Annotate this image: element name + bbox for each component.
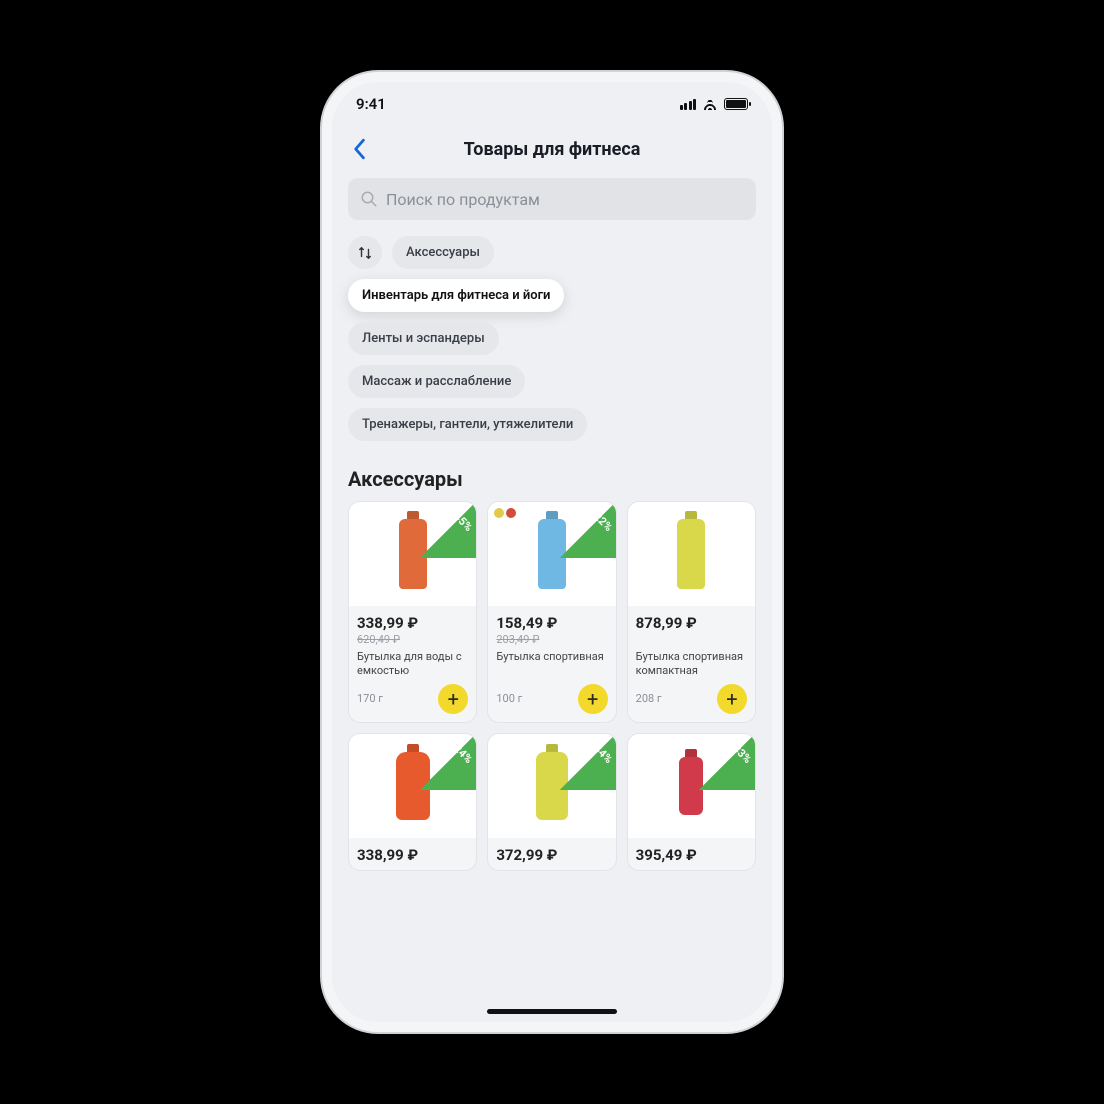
product-thumb [628, 502, 755, 606]
product-price: 395,49 ₽ [636, 846, 747, 864]
product-thumb: -24% [349, 734, 476, 838]
filter-chip-1[interactable]: Инвентарь для фитнеса и йоги [348, 279, 564, 312]
sort-button[interactable] [348, 236, 382, 269]
product-thumb: -44% [488, 734, 615, 838]
product-card[interactable]: -45% 338,99 ₽ 620,49 ₽ Бутылка для воды … [348, 501, 477, 723]
cellular-icon [680, 99, 697, 110]
discount-badge: -33% [699, 734, 755, 790]
add-to-cart-button[interactable]: + [578, 684, 608, 714]
back-button[interactable] [342, 132, 376, 166]
product-old-price: 203,49 ₽ [496, 633, 607, 646]
product-price: 158,49 ₽ [496, 614, 607, 632]
sort-icon [358, 246, 372, 260]
header: Товары для фитнеса [332, 126, 772, 178]
search-input[interactable]: Поиск по продуктам [348, 178, 756, 220]
product-card[interactable]: 878,99 ₽ Бутылка спортивная компактная 2… [627, 501, 756, 723]
status-indicators [680, 98, 749, 110]
bottle-icon [677, 519, 705, 589]
add-to-cart-button[interactable]: + [438, 684, 468, 714]
product-old-price: 620,49 ₽ [357, 633, 468, 646]
discount-badge: -24% [420, 734, 476, 790]
section-title: Аксессуары [332, 455, 772, 501]
product-card[interactable]: -22% 158,49 ₽ 203,49 ₽ Бутылка спортивна… [487, 501, 616, 723]
product-thumb: -22% [488, 502, 615, 606]
status-bar: 9:41 [332, 82, 772, 126]
product-price: 878,99 ₽ [636, 614, 747, 632]
page-title: Товары для фитнеса [376, 139, 762, 160]
product-grid: -45% 338,99 ₽ 620,49 ₽ Бутылка для воды … [332, 501, 772, 891]
product-price: 338,99 ₽ [357, 846, 468, 864]
product-card[interactable]: -24% 338,99 ₽ [348, 733, 477, 871]
filter-chips: Аксессуары Инвентарь для фитнеса и йоги … [332, 230, 772, 455]
status-time: 9:41 [356, 95, 386, 113]
color-dots [494, 508, 516, 518]
product-thumb: -45% [349, 502, 476, 606]
product-thumb: -33% [628, 734, 755, 838]
wifi-icon [702, 98, 718, 110]
product-price: 338,99 ₽ [357, 614, 468, 632]
discount-badge: -22% [560, 502, 616, 558]
product-weight: 100 г [496, 692, 522, 705]
chevron-left-icon [352, 138, 366, 160]
discount-badge: -44% [560, 734, 616, 790]
phone-frame: 9:41 Товары для фитнеса Поиск по продукт… [322, 72, 782, 1032]
filter-chip-4[interactable]: Тренажеры, гантели, утяжелители [348, 408, 587, 441]
product-card[interactable]: -33% 395,49 ₽ [627, 733, 756, 871]
search-placeholder: Поиск по продуктам [386, 190, 540, 209]
filter-chip-0[interactable]: Аксессуары [392, 236, 494, 269]
add-to-cart-button[interactable]: + [717, 684, 747, 714]
home-indicator[interactable] [487, 1009, 617, 1014]
product-price: 372,99 ₽ [496, 846, 607, 864]
screen: 9:41 Товары для фитнеса Поиск по продукт… [332, 82, 772, 1022]
discount-badge: -45% [420, 502, 476, 558]
product-name: Бутылка спортивная компактная [636, 650, 747, 678]
battery-icon [724, 98, 748, 110]
product-name: Бутылка для воды с емкостью [357, 650, 468, 678]
filter-chip-3[interactable]: Массаж и расслабление [348, 365, 525, 398]
filter-chip-2[interactable]: Ленты и эспандеры [348, 322, 499, 355]
product-name: Бутылка спортивная [496, 650, 607, 664]
product-old-price [636, 633, 747, 646]
product-weight: 208 г [636, 692, 662, 705]
product-weight: 170 г [357, 692, 383, 705]
search-icon [360, 190, 378, 208]
product-card[interactable]: -44% 372,99 ₽ [487, 733, 616, 871]
